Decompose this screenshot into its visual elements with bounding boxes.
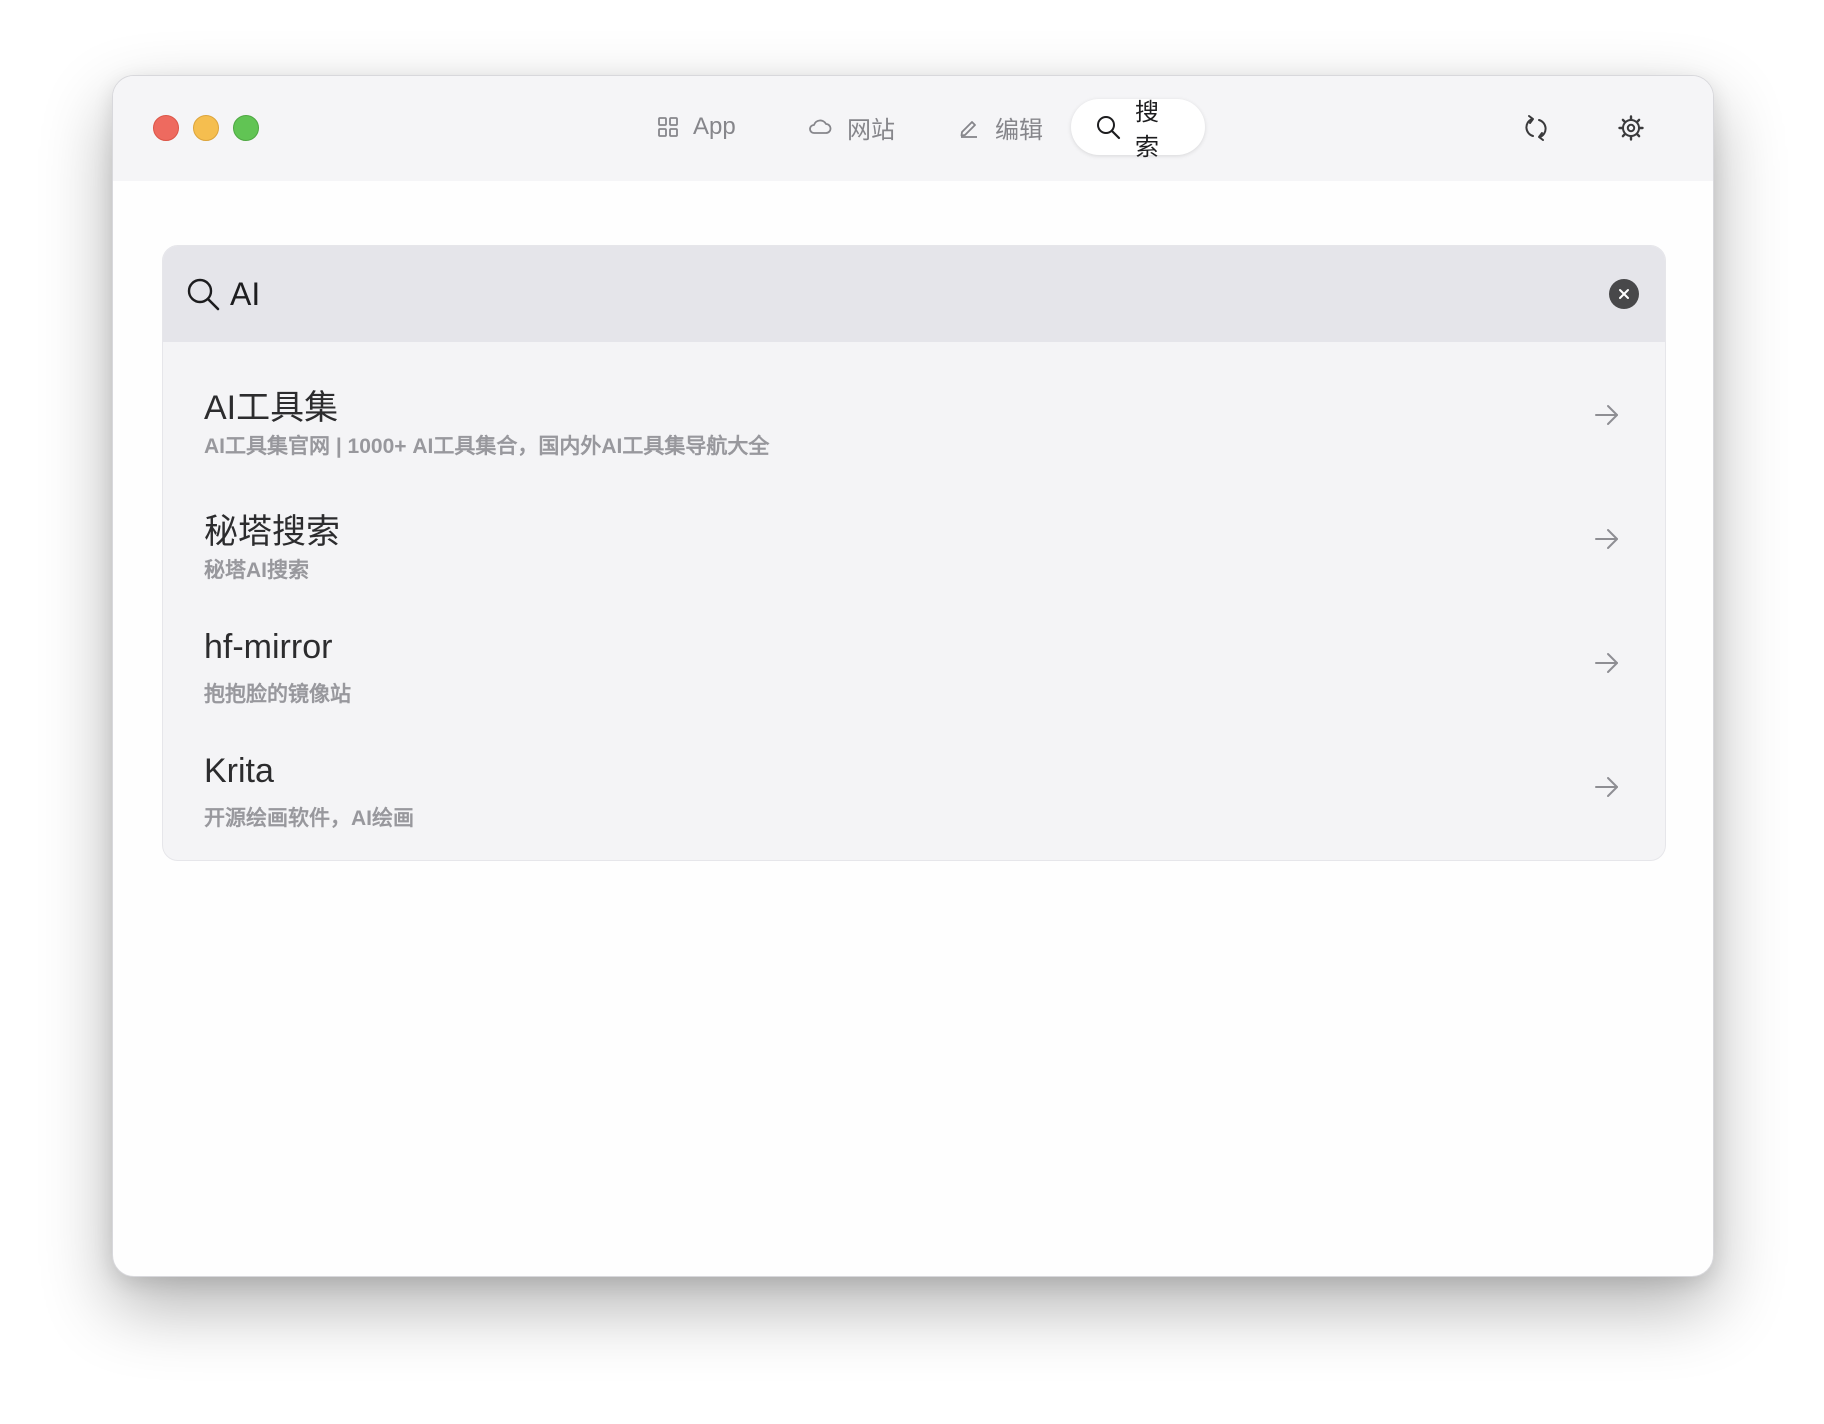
close-window-button[interactable] — [153, 115, 179, 141]
result-title: AI工具集 — [204, 389, 339, 427]
clear-icon — [1619, 289, 1629, 299]
tab-label: App — [693, 113, 736, 140]
pencil-icon — [960, 121, 977, 138]
result-description: 抱抱脸的镜像站 — [204, 683, 351, 706]
result-description: 秘塔AI搜索 — [204, 559, 309, 582]
search-icon — [1097, 116, 1121, 140]
result-description: AI工具集官网 | 1000+ AI工具集合，国内外AI工具集导航大全 — [204, 435, 770, 458]
list-item[interactable]: 秘塔搜索 秘塔AI搜索 — [163, 466, 1665, 590]
settings-button[interactable] — [1613, 110, 1649, 146]
result-title: hf-mirror — [204, 628, 333, 666]
tab-label: 搜索 — [1135, 99, 1159, 161]
minimize-window-button[interactable] — [193, 115, 219, 141]
refresh-button[interactable] — [1518, 110, 1554, 146]
search-icon — [187, 278, 220, 311]
tab-label: 网站 — [847, 116, 895, 144]
result-title: 秘塔搜索 — [204, 513, 340, 551]
clear-search-button[interactable] — [1609, 279, 1639, 309]
tab-label: 编辑 — [995, 116, 1043, 144]
cloud-icon — [809, 119, 832, 134]
list-item[interactable]: AI工具集 AI工具集官网 | 1000+ AI工具集合，国内外AI工具集导航大… — [163, 342, 1665, 466]
result-description: 开源绘画软件，AI绘画 — [204, 807, 414, 830]
tab-edit[interactable]: 编辑 — [933, 99, 1067, 155]
refresh-icon — [1525, 115, 1547, 141]
app-window: App 网站 编辑 搜索 AI AI工具集 AI工具集官网 | 1000+ AI… — [112, 75, 1714, 1277]
arrow-right-icon — [1595, 653, 1618, 673]
arrow-right-icon — [1595, 529, 1618, 549]
result-title: Krita — [204, 752, 274, 790]
title-bar: App 网站 编辑 搜索 — [113, 76, 1713, 181]
gear-icon — [1618, 115, 1644, 141]
tab-websites[interactable]: 网站 — [783, 99, 919, 155]
list-item[interactable]: hf-mirror 抱抱脸的镜像站 — [163, 590, 1665, 714]
search-input[interactable] — [230, 268, 1570, 320]
search-bar — [163, 246, 1665, 342]
search-panel: AI工具集 AI工具集官网 | 1000+ AI工具集合，国内外AI工具集导航大… — [162, 245, 1666, 861]
results-list: AI工具集 AI工具集官网 | 1000+ AI工具集合，国内外AI工具集导航大… — [163, 342, 1665, 838]
grid-icon — [658, 117, 678, 137]
arrow-right-icon — [1595, 405, 1618, 425]
zoom-window-button[interactable] — [233, 115, 259, 141]
arrow-right-icon — [1595, 777, 1618, 797]
list-item[interactable]: Krita 开源绘画软件，AI绘画 — [163, 714, 1665, 838]
tab-search[interactable]: 搜索 — [1071, 99, 1205, 161]
tab-app[interactable]: App — [633, 99, 760, 155]
